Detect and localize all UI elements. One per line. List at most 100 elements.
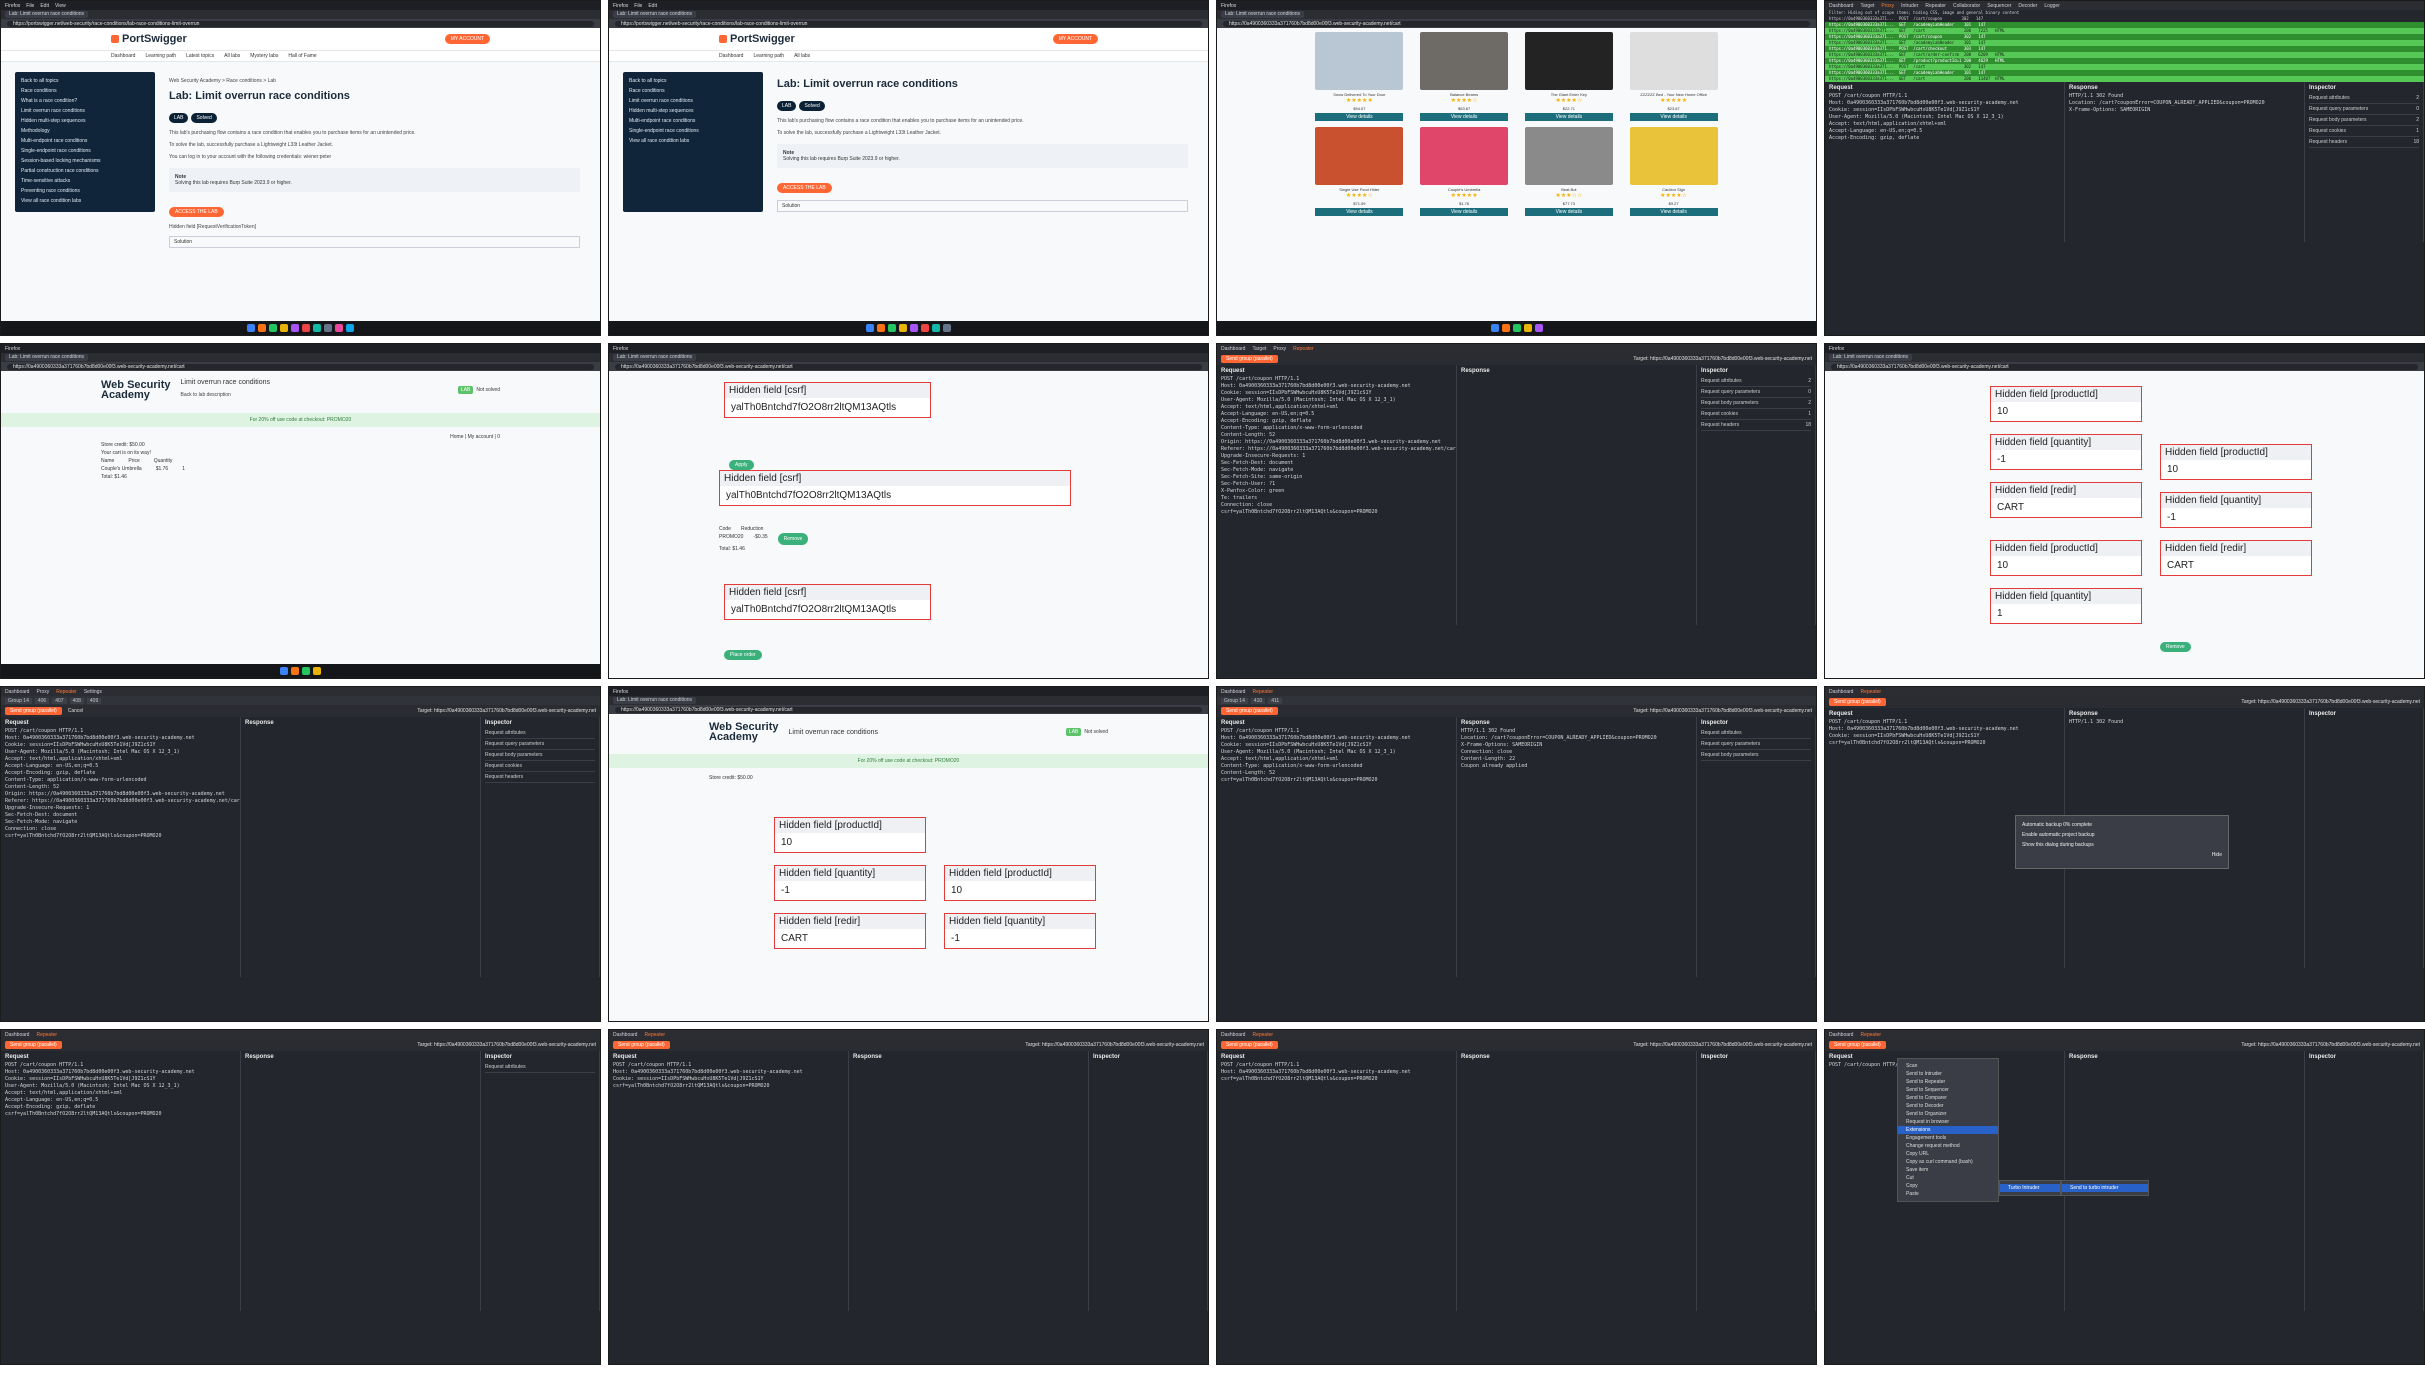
menu-item[interactable]: Send to Decoder (1898, 1102, 1998, 1110)
tab-target[interactable]: Target (1252, 346, 1266, 352)
sidebar-item-session[interactable]: Session-based locking mechanisms (21, 158, 149, 164)
nav-dashboard[interactable]: Dashboard (111, 53, 135, 59)
url-field[interactable]: https://0a4900360333a371760b7bd8d00e00f3… (615, 363, 1202, 370)
tab-repeater[interactable]: Repeater (1925, 3, 1946, 9)
cancel-button[interactable]: Cancel (68, 708, 84, 714)
sidebar-item-race[interactable]: Race conditions (629, 88, 757, 94)
inspector-row[interactable]: Request headers (485, 772, 595, 783)
back-link[interactable]: Back to lab description (181, 392, 271, 398)
nav-hall-of-fame[interactable]: Hall of Fame (288, 53, 316, 59)
request-pane[interactable]: Request POST /cart/coupon HTTP/1.1 Host: … (1, 717, 241, 977)
tab-dashboard[interactable]: Dashboard (5, 689, 29, 695)
sidebar-item-hidden[interactable]: Hidden multi-step sequences (629, 108, 757, 114)
remove-button[interactable]: Remove (2160, 642, 2191, 652)
nav-dashboard[interactable]: Dashboard (719, 53, 743, 59)
tab-settings[interactable]: Settings (84, 689, 102, 695)
product-image[interactable] (1420, 32, 1509, 90)
tab-proxy[interactable]: Proxy (1273, 346, 1286, 352)
menu-item[interactable]: Engagement tools (1898, 1134, 1998, 1142)
tab-dashboard[interactable]: Dashboard (5, 1032, 29, 1038)
repeater-tab[interactable]: 407 (52, 697, 67, 704)
inspector-row[interactable]: Request query parameters 0 (1701, 387, 1811, 398)
request-pane[interactable]: Request POST /cart/coupon HTTP/1.1 Host: 0… (1217, 1051, 1457, 1311)
sidebar-item-partial[interactable]: Partial construction race conditions (21, 168, 149, 174)
inspector-row[interactable]: Request attributes (1701, 728, 1811, 739)
inspector-row[interactable]: Request body parameters (1701, 750, 1811, 761)
send-button[interactable]: Send group (parallel) (1221, 1041, 1278, 1049)
sidebar-item-single[interactable]: Single-endpoint race conditions (21, 148, 149, 154)
inspector-row[interactable]: Request query parameters (485, 739, 595, 750)
url-field[interactable]: https://0a4900360333a371760b7bd8d00e00f3… (1831, 363, 2418, 370)
send-button[interactable]: Send group (parallel) (5, 707, 62, 715)
sidebar-item-multi[interactable]: Multi-endpoint race conditions (21, 138, 149, 144)
repeater-tab[interactable]: Group 14 (1221, 697, 1248, 704)
menu-item[interactable]: Copy URL (1898, 1150, 1998, 1158)
menu-item[interactable]: Copy as curl command (bash) (1898, 1158, 1998, 1166)
product-image[interactable] (1524, 32, 1613, 90)
inspector-row[interactable]: Request cookies 1 (1701, 409, 1811, 420)
menu-item[interactable]: Scan (1898, 1062, 1998, 1070)
inspector-row[interactable]: Request headers 18 (1701, 420, 1811, 431)
browser-tab[interactable]: Lab: Limit overrun race conditions (613, 697, 697, 704)
nav-mystery-labs[interactable]: Mystery labs (250, 53, 278, 59)
tab-target[interactable]: Target (1860, 3, 1874, 9)
nav-learning-path[interactable]: Learning path (753, 53, 784, 59)
cart-item-name[interactable]: Couple's Umbrella (101, 465, 142, 473)
apply-button[interactable]: Apply (729, 460, 754, 470)
sidebar-item-back[interactable]: Back to all topics (21, 78, 149, 84)
remove-coupon-button[interactable]: Remove (777, 533, 809, 545)
nav-learning-path[interactable]: Learning path (145, 53, 176, 59)
sidebar-item-race[interactable]: Race conditions (21, 88, 149, 94)
request-pane[interactable]: Request POST /cart/coupon HTTP/1.1 Host: … (1217, 365, 1457, 625)
tab-repeater[interactable]: Repeater (56, 689, 77, 695)
inspector-row[interactable]: Request attributes 2 (2309, 93, 2419, 104)
repeater-tab[interactable]: 406 (34, 697, 50, 704)
tab-repeater[interactable]: Repeater (1252, 689, 1273, 695)
sidebar-item-back[interactable]: Back to all topics (629, 78, 757, 84)
inspector-row[interactable]: Request headers 18 (2309, 137, 2419, 148)
tab-decoder[interactable]: Decoder (2018, 3, 2037, 9)
tab-intruder[interactable]: Intruder (1901, 3, 1918, 9)
breadcrumb[interactable]: Web Security Academy > Race conditions >… (169, 78, 580, 84)
menu-item[interactable]: Send to Repeater (1898, 1078, 1998, 1086)
view-details-button[interactable]: View details (1629, 113, 1718, 121)
tab-dashboard[interactable]: Dashboard (613, 1032, 637, 1038)
repeater-tab[interactable]: 409 (86, 697, 102, 704)
wsa-logo[interactable]: Web Security Academy (709, 722, 779, 743)
nav-all-labs[interactable]: All labs (794, 53, 810, 59)
solution-toggle[interactable]: Solution (169, 236, 580, 248)
browser-tab[interactable]: Lab: Limit overrun race conditions (1829, 354, 1913, 361)
view-details-button[interactable]: View details (1524, 113, 1613, 121)
tab-collaborator[interactable]: Collaborator (1953, 3, 1980, 9)
backup-dialog-checkbox[interactable]: Show this dialog during backups (2022, 842, 2222, 848)
tab-sequencer[interactable]: Sequencer (1987, 3, 2011, 9)
my-account-button[interactable]: MY ACCOUNT (1052, 34, 1098, 44)
send-button[interactable]: Send group (parallel) (1829, 1041, 1886, 1049)
inspector-row[interactable]: Request attributes (485, 728, 595, 739)
product-image[interactable] (1629, 127, 1718, 185)
menu-item[interactable]: Send to Organizer (1898, 1110, 1998, 1118)
send-button[interactable]: Send group (parallel) (5, 1041, 62, 1049)
url-field[interactable]: https://portswigger.net/web-security/rac… (7, 20, 594, 27)
inspector-row[interactable]: Request attributes 2 (1701, 376, 1811, 387)
inspector-row[interactable]: Request attributes (485, 1062, 595, 1073)
menu-item[interactable]: Send to Sequencer (1898, 1086, 1998, 1094)
response-pane[interactable]: Response HTTP/1.1 302 Found Location: /c… (2065, 82, 2305, 242)
send-button[interactable]: Send group (parallel) (613, 1041, 670, 1049)
response-pane[interactable]: Response (241, 717, 481, 977)
menu-item[interactable]: Send to Comparer (1898, 1094, 1998, 1102)
sidebar-item-time[interactable]: Time-sensitive attacks (21, 178, 149, 184)
menu-item-turbo[interactable]: Turbo Intruder (2000, 1184, 2060, 1192)
sidebar-item-limit[interactable]: Limit overrun race conditions (629, 98, 757, 104)
product-image[interactable] (1524, 127, 1613, 185)
repeater-tab[interactable]: Group 14 (5, 697, 32, 704)
tab-repeater[interactable]: Repeater (1252, 1032, 1273, 1038)
product-image[interactable] (1629, 32, 1718, 90)
inspector-row[interactable]: Request query parameters (1701, 739, 1811, 750)
tab-dashboard[interactable]: Dashboard (1221, 1032, 1245, 1038)
place-order-button[interactable]: Place order (724, 650, 762, 660)
request-pane[interactable]: Request POST /cart/coupon HTTP/1.1 Host:… (1825, 82, 2065, 242)
sidebar-item-limit[interactable]: Limit overrun race conditions (21, 108, 149, 114)
menu-item-send-turbo[interactable]: Send to turbo intruder (2062, 1184, 2148, 1192)
inspector-row[interactable]: Request body parameters 2 (1701, 398, 1811, 409)
